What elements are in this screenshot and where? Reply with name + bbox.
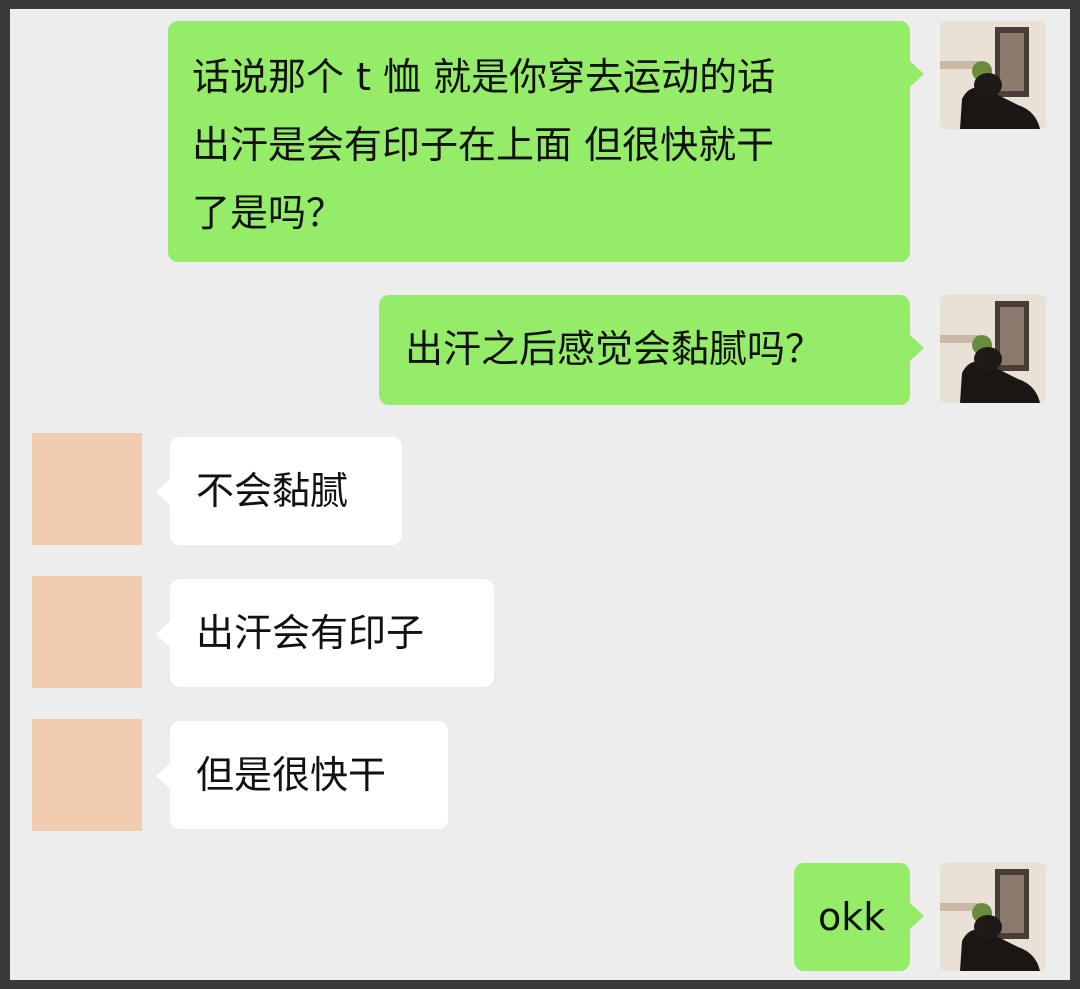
message-bubble-incoming[interactable]: 出汗会有印子 bbox=[156, 579, 494, 687]
message-bubble-incoming[interactable]: 但是很快干 bbox=[156, 721, 448, 829]
message-text: 但是很快干 bbox=[196, 753, 387, 797]
message-text: 不会黏腻 bbox=[196, 469, 349, 513]
message-line: 话说那个 t 恤 就是你穿去运动的话 bbox=[192, 55, 776, 99]
user-photo-avatar-icon bbox=[940, 295, 1046, 403]
message-line: 了是吗？ bbox=[192, 191, 345, 235]
user-photo-avatar-icon bbox=[940, 21, 1046, 129]
message-bubble-outgoing[interactable]: 话说那个 t 恤 就是你穿去运动的话 出汗是会有印子在上面 但很快就干 了是吗？ bbox=[168, 21, 924, 262]
message-bubble-outgoing[interactable]: okk bbox=[794, 863, 924, 971]
user-photo-avatar-icon bbox=[940, 863, 1046, 971]
chat-window: 话说那个 t 恤 就是你穿去运动的话 出汗是会有印子在上面 但很快就干 了是吗？… bbox=[10, 9, 1070, 980]
self-avatar[interactable] bbox=[940, 295, 1046, 403]
peer-avatar-redacted[interactable] bbox=[32, 719, 142, 831]
message-text: 出汗会有印子 bbox=[196, 611, 425, 655]
peer-avatar-redacted[interactable] bbox=[32, 576, 142, 688]
self-avatar[interactable] bbox=[940, 863, 1046, 971]
message-bubble-incoming[interactable]: 不会黏腻 bbox=[156, 437, 402, 545]
peer-avatar-redacted[interactable] bbox=[32, 433, 142, 545]
message-text: 出汗之后感觉会黏腻吗？ bbox=[405, 327, 824, 371]
message-text: okk bbox=[818, 895, 886, 939]
message-line: 出汗是会有印子在上面 但很快就干 bbox=[192, 123, 775, 167]
self-avatar[interactable] bbox=[940, 21, 1046, 129]
message-bubble-outgoing[interactable]: 出汗之后感觉会黏腻吗？ bbox=[379, 295, 924, 405]
